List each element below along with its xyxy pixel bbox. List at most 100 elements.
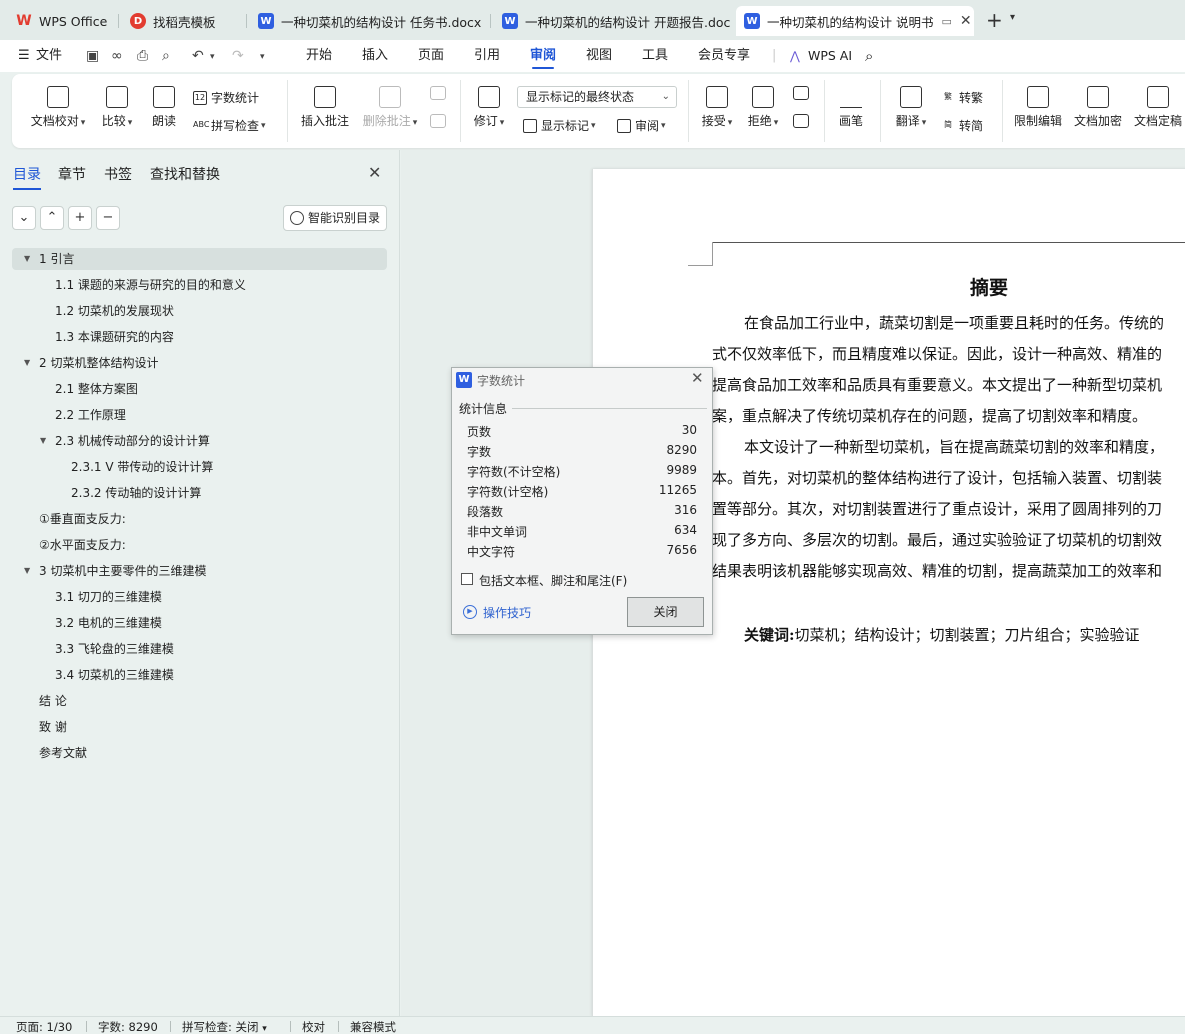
add-heading-button[interactable]: + xyxy=(68,206,92,230)
expand-triangle-icon[interactable]: ▼ xyxy=(24,352,30,374)
chevron-down-icon[interactable]: ▾ xyxy=(210,52,215,62)
expand-triangle-icon[interactable]: ▼ xyxy=(24,248,30,270)
to-traditional-button[interactable]: 繁 转繁 xyxy=(941,89,983,106)
print-preview-icon[interactable]: ⌕ xyxy=(162,48,170,64)
status-page[interactable]: 页面: 1/30 xyxy=(16,1019,72,1034)
toc-item[interactable]: 2.2 工作原理 xyxy=(12,404,387,426)
brush-button[interactable]: 画笔 xyxy=(836,86,866,129)
remove-heading-button[interactable]: − xyxy=(96,206,120,230)
tab-opening-report[interactable]: W 一种切菜机的结构设计 开题报告.docx xyxy=(494,6,730,36)
include-textbox-label[interactable]: 包括文本框、脚注和尾注(F) xyxy=(479,572,627,589)
toc-item[interactable]: 1.3 本课题研究的内容 xyxy=(12,326,387,348)
restrict-edit-button[interactable]: 限制编辑 xyxy=(1012,86,1064,129)
toc-item[interactable]: 3.2 电机的三维建模 xyxy=(12,612,387,634)
translate-button[interactable]: 翻译 ▾ xyxy=(893,86,929,129)
toc-item[interactable]: 3.1 切刀的三维建模 xyxy=(12,586,387,608)
toc-item[interactable]: ▼ 2 切菜机整体结构设计 xyxy=(12,352,387,374)
menu-member[interactable]: 会员专享 xyxy=(698,40,750,72)
tab-wps-office[interactable]: W WPS Office xyxy=(8,6,116,36)
toc-item[interactable]: 3.4 切菜机的三维建模 xyxy=(12,664,387,686)
toc-item[interactable]: 参考文献 xyxy=(12,742,387,764)
delete-comment-button[interactable]: 删除批注 ▾ xyxy=(361,86,419,129)
menu-insert[interactable]: 插入 xyxy=(362,40,388,72)
toc-item[interactable]: 3.3 飞轮盘的三维建模 xyxy=(12,638,387,660)
play-icon[interactable]: ▶ xyxy=(463,605,477,619)
toc-item[interactable]: ②水平面支反力: xyxy=(12,534,387,556)
next-change-button[interactable] xyxy=(791,114,811,132)
chevron-down-icon[interactable]: ▾ xyxy=(260,52,265,62)
prev-comment-button[interactable] xyxy=(428,86,448,104)
toc-item[interactable]: ①垂直面支反力: xyxy=(12,508,387,530)
include-textbox-checkbox[interactable] xyxy=(461,573,473,585)
close-icon[interactable]: ✕ xyxy=(960,13,972,29)
tab-manual[interactable]: W 一种切菜机的结构设计 说明书 ▭ ✕ xyxy=(736,6,974,36)
close-icon[interactable]: ✕ xyxy=(691,369,704,387)
word-count-button[interactable]: 12 字数统计 xyxy=(193,89,259,106)
spell-check-button[interactable]: ABC 拼写检查 ▾ xyxy=(193,117,266,134)
prev-change-button[interactable] xyxy=(791,86,811,104)
markup-state-select[interactable]: 显示标记的最终状态 ⌄ xyxy=(517,86,677,108)
revise-button[interactable]: 修订 ▾ xyxy=(471,86,507,129)
group-divider xyxy=(512,408,707,409)
collapse-all-button[interactable]: ⌄ xyxy=(12,206,36,230)
menu-page[interactable]: 页面 xyxy=(418,40,444,72)
link-icon[interactable]: ∞ xyxy=(111,48,123,64)
save-icon[interactable]: ▣ xyxy=(86,48,99,64)
insert-comment-button[interactable]: 插入批注 xyxy=(299,86,351,129)
expand-up-button[interactable]: ⌃ xyxy=(40,206,64,230)
expand-triangle-icon[interactable]: ▼ xyxy=(24,560,30,582)
smart-toc-button[interactable]: 智能识别目录 xyxy=(283,205,387,231)
status-spell-check[interactable]: 拼写检查: 关闭 ▾ xyxy=(182,1019,267,1034)
toc-item[interactable]: ▼ 2.3 机械传动部分的设计计算 xyxy=(12,430,387,452)
chevron-down-icon[interactable]: ▾ xyxy=(1010,12,1015,23)
toc-item[interactable]: ▼ 3 切菜机中主要零件的三维建模 xyxy=(12,560,387,582)
next-comment-button[interactable] xyxy=(428,114,448,132)
undo-icon[interactable]: ↶ xyxy=(192,48,204,64)
review-pane-button[interactable]: 审阅 ▾ xyxy=(617,117,666,134)
tab-find-replace[interactable]: 查找和替换 xyxy=(150,164,220,184)
expand-triangle-icon[interactable]: ▼ xyxy=(40,430,46,452)
menu-view[interactable]: 视图 xyxy=(586,40,612,72)
tips-link[interactable]: 操作技巧 xyxy=(483,604,531,621)
close-icon[interactable]: ✕ xyxy=(368,163,381,182)
accept-button[interactable]: 接受 ▾ xyxy=(699,86,735,129)
encrypt-button[interactable]: 文档加密 xyxy=(1072,86,1124,129)
tab-chapter[interactable]: 章节 xyxy=(58,164,86,184)
menu-tools[interactable]: 工具 xyxy=(642,40,668,72)
compare-button[interactable]: 比较 ▾ xyxy=(97,86,137,129)
redo-icon[interactable]: ↷ xyxy=(232,48,244,64)
doc-check-button[interactable]: 文档校对 ▾ xyxy=(28,86,88,129)
status-word-count[interactable]: 字数: 8290 xyxy=(98,1019,158,1034)
status-proof[interactable]: 校对 xyxy=(302,1019,325,1034)
abstract-line: 提高食品加工效率和品质具有重要意义。本文提出了一种新型切菜机 xyxy=(712,376,1163,394)
reject-button[interactable]: 拒绝 ▾ xyxy=(745,86,781,129)
window-icon[interactable]: ▭ xyxy=(941,15,951,28)
toc-item[interactable]: 致 谢 xyxy=(12,716,387,738)
toc-item[interactable]: 1.1 课题的来源与研究的目的和意义 xyxy=(12,274,387,296)
tab-task-book[interactable]: W 一种切菜机的结构设计 任务书.docx xyxy=(250,6,486,36)
menu-wps-ai[interactable]: WPS AI xyxy=(808,40,852,72)
to-simplified-button[interactable]: 简 转简 xyxy=(941,117,983,134)
menu-reference[interactable]: 引用 xyxy=(474,40,500,72)
toc-item-label: 3.3 飞轮盘的三维建模 xyxy=(55,642,174,656)
read-aloud-button[interactable]: 朗读 xyxy=(148,86,180,129)
finalize-button[interactable]: 文档定稿 xyxy=(1132,86,1184,129)
menu-file[interactable]: 文件 xyxy=(36,40,62,72)
toc-item[interactable]: 2.3.1 V 带传动的设计计算 xyxy=(12,456,387,478)
print-icon[interactable]: ⎙ xyxy=(137,48,148,64)
tab-docer-templates[interactable]: D 找稻壳模板 xyxy=(122,6,242,36)
show-markup-button[interactable]: 显示标记 ▾ xyxy=(523,117,596,134)
toc-item[interactable]: 1.2 切菜机的发展现状 xyxy=(12,300,387,322)
close-button[interactable]: 关闭 xyxy=(627,597,704,627)
menu-review[interactable]: 审阅 xyxy=(530,40,556,72)
new-tab-plus-icon[interactable]: + xyxy=(986,8,1003,32)
toc-item[interactable]: 结 论 xyxy=(12,690,387,712)
toc-item[interactable]: ▼ 1 引言 xyxy=(12,248,387,270)
toc-item[interactable]: 2.3.2 传动轴的设计计算 xyxy=(12,482,387,504)
toc-item[interactable]: 2.1 整体方案图 xyxy=(12,378,387,400)
tab-bookmark[interactable]: 书签 xyxy=(104,164,132,184)
hamburger-icon[interactable]: ☰ xyxy=(18,40,30,72)
search-icon[interactable]: ⌕ xyxy=(865,40,873,72)
tab-toc[interactable]: 目录 xyxy=(13,164,41,190)
menu-start[interactable]: 开始 xyxy=(306,40,332,72)
